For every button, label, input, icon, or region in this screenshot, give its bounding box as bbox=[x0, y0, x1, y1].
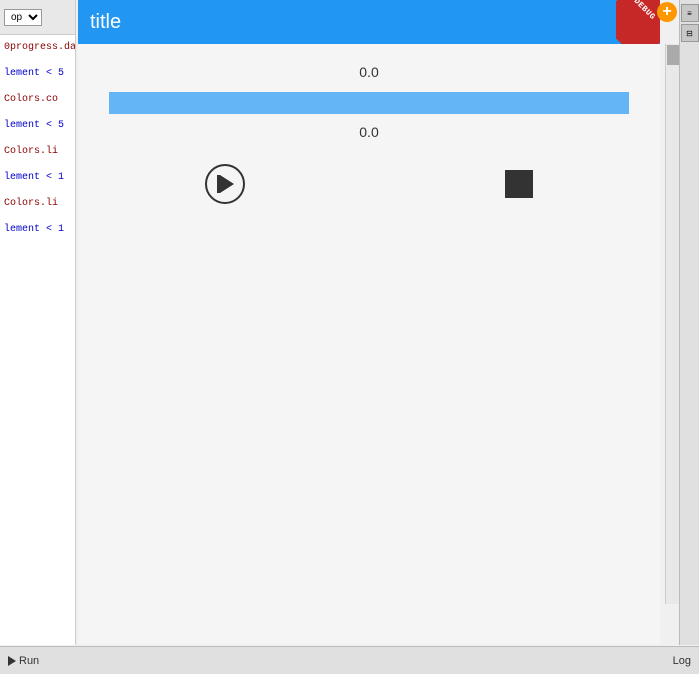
right-toolbar: ≡ ⊟ bbox=[679, 0, 699, 645]
window-content: 0.0 0.0 bbox=[78, 44, 660, 644]
play-step-icon bbox=[220, 175, 234, 193]
controls-row bbox=[109, 164, 629, 204]
progress-bar-container[interactable] bbox=[109, 92, 629, 114]
scrollbar-thumb[interactable] bbox=[667, 45, 679, 65]
log-button[interactable]: Log bbox=[673, 655, 691, 667]
code-line-1: 0progress.dar bbox=[0, 35, 75, 61]
play-step-button[interactable] bbox=[205, 164, 245, 204]
add-button[interactable]: + bbox=[657, 2, 677, 22]
value-top-display: 0.0 bbox=[359, 64, 378, 80]
progress-bar-fill bbox=[109, 92, 629, 114]
code-line-5: Colors.li bbox=[0, 139, 75, 165]
toolbar-btn-1[interactable]: ≡ bbox=[681, 4, 699, 22]
code-line-6: lement < 1 bbox=[0, 165, 75, 191]
code-line-7: Colors.li bbox=[0, 191, 75, 217]
code-line-3: Colors.co bbox=[0, 87, 75, 113]
dropdown-selector[interactable]: op bbox=[4, 9, 42, 26]
left-code-panel: op 0progress.dar lement < 5 Colors.co le… bbox=[0, 0, 76, 645]
window-title: title bbox=[90, 11, 121, 34]
value-bottom-display: 0.0 bbox=[359, 124, 378, 140]
run-icon bbox=[8, 656, 16, 666]
run-label: Run bbox=[19, 655, 39, 667]
code-line-8: lement < 1 bbox=[0, 217, 75, 243]
code-line-2: lement < 5 bbox=[0, 61, 75, 87]
left-panel-header: op bbox=[0, 0, 75, 35]
run-button[interactable]: Run bbox=[8, 655, 39, 667]
bottom-bar: Run Log bbox=[0, 646, 699, 674]
stop-button[interactable] bbox=[505, 170, 533, 198]
window-titlebar: title DEBUG bbox=[78, 0, 660, 44]
code-line-4: lement < 5 bbox=[0, 113, 75, 139]
toolbar-btn-2[interactable]: ⊟ bbox=[681, 24, 699, 42]
debug-badge: DEBUG bbox=[616, 0, 660, 44]
right-scrollbar[interactable] bbox=[665, 44, 679, 604]
